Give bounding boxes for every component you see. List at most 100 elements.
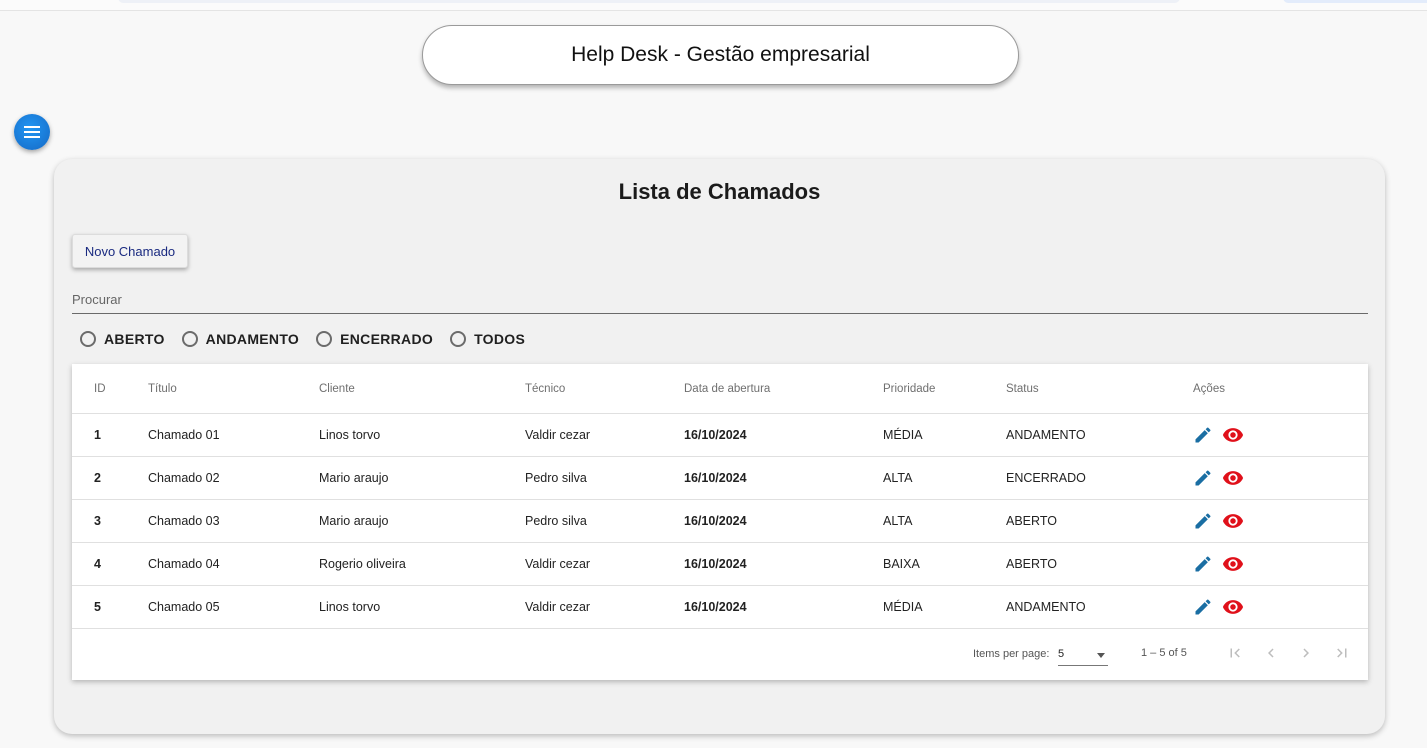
cell-tecnico: Valdir cezar — [525, 413, 684, 457]
table-header-row: ID Título Cliente Técnico Data de abertu… — [72, 364, 1368, 414]
cell-acoes — [1193, 413, 1368, 457]
table-row: 4 Chamado 04 Rogerio oliveira Valdir cezar 1… — [72, 542, 1368, 586]
cell-data-abertura: 16/10/2024 — [684, 413, 883, 457]
cell-prioridade: BAIXA — [883, 542, 1006, 586]
cell-titulo: Chamado 05 — [148, 585, 319, 629]
eye-icon[interactable] — [1222, 596, 1244, 618]
cell-cliente: Rogerio oliveira — [319, 542, 525, 586]
cell-status: ABERTO — [1006, 499, 1193, 543]
status-filter-group: ABERTO ANDAMENTO ENCERRADO TODOS — [80, 331, 542, 347]
filter-aberto[interactable]: ABERTO — [80, 331, 165, 347]
radio-circle[interactable] — [80, 331, 96, 347]
column-header-status[interactable]: Status — [1006, 364, 1193, 414]
column-header-data[interactable]: Data de abertura — [684, 364, 883, 414]
cell-prioridade: MÉDIA — [883, 413, 1006, 457]
row-actions — [1193, 424, 1368, 446]
cell-status: ANDAMENTO — [1006, 585, 1193, 629]
next-page-button[interactable] — [1294, 642, 1318, 666]
pencil-icon[interactable] — [1193, 425, 1213, 445]
eye-icon[interactable] — [1222, 467, 1244, 489]
eye-icon[interactable] — [1222, 424, 1244, 446]
cell-id: 2 — [72, 456, 148, 500]
paginator: Items per page: 5 1 – 5 of 5 — [72, 628, 1368, 680]
cell-data-abertura: 16/10/2024 — [684, 542, 883, 586]
column-header-id[interactable]: ID — [72, 364, 148, 414]
pencil-icon[interactable] — [1193, 597, 1213, 617]
filter-andamento[interactable]: ANDAMENTO — [181, 331, 300, 347]
row-actions — [1193, 510, 1368, 532]
last-page-button[interactable] — [1330, 642, 1354, 666]
cell-status: ANDAMENTO — [1006, 413, 1193, 457]
cell-cliente: Linos torvo — [319, 585, 525, 629]
table-row: 2 Chamado 02 Mario araujo Pedro silva 16/10/… — [72, 456, 1368, 500]
cell-acoes — [1193, 542, 1368, 586]
row-actions — [1193, 596, 1368, 618]
cell-data-abertura: 16/10/2024 — [684, 456, 883, 500]
table-row: 3 Chamado 03 Mario araujo Pedro silva 16/10/… — [72, 499, 1368, 543]
first-page-icon — [1226, 644, 1244, 665]
menu-icon — [23, 125, 41, 139]
new-ticket-button[interactable]: Novo Chamado — [72, 234, 188, 268]
search-input[interactable] — [72, 287, 1368, 311]
column-header-tecnico[interactable]: Técnico — [525, 364, 684, 414]
browser-top-strip — [0, 0, 1427, 11]
filter-label: ANDAMENTO — [205, 331, 300, 347]
cell-id: 5 — [72, 585, 148, 629]
pencil-icon[interactable] — [1193, 468, 1213, 488]
row-actions — [1193, 553, 1368, 575]
cell-tecnico: Pedro silva — [525, 499, 684, 543]
column-header-titulo[interactable]: Título — [148, 364, 319, 414]
table-body: 1 Chamado 01 Linos torvo Valdir cezar 16/10/… — [72, 413, 1368, 629]
previous-page-button[interactable] — [1259, 642, 1283, 666]
pencil-icon[interactable] — [1193, 511, 1213, 531]
cell-data-abertura: 16/10/2024 — [684, 499, 883, 543]
cell-titulo: Chamado 02 — [148, 456, 319, 500]
radio-circle[interactable] — [181, 331, 198, 347]
cell-acoes — [1193, 585, 1368, 629]
radio-circle[interactable] — [450, 331, 467, 347]
tickets-table-panel: ID Título Cliente Técnico Data de abertu… — [72, 364, 1368, 680]
page-size-select[interactable]: 5 — [1058, 645, 1108, 666]
column-header-cliente[interactable]: Cliente — [319, 364, 525, 414]
top-bar-pill — [118, 0, 1180, 3]
page-range-label: 1 – 5 of 5 — [1141, 647, 1187, 659]
tickets-table: ID Título Cliente Técnico Data de abertu… — [72, 364, 1368, 629]
items-per-page-label: Items per page: — [973, 648, 1050, 660]
app-title-banner: Help Desk - Gestão empresarial — [422, 25, 1019, 85]
cell-cliente: Mario araujo — [319, 499, 525, 543]
cell-cliente: Linos torvo — [319, 413, 525, 457]
cell-prioridade: ALTA — [883, 499, 1006, 543]
eye-icon[interactable] — [1222, 553, 1244, 575]
cell-acoes — [1193, 456, 1368, 500]
column-header-prioridade[interactable]: Prioridade — [883, 364, 1006, 414]
cell-status: ABERTO — [1006, 542, 1193, 586]
cell-acoes — [1193, 499, 1368, 543]
cell-cliente: Mario araujo — [319, 456, 525, 500]
cell-status: ENCERRADO — [1006, 456, 1193, 500]
radio-circle[interactable] — [316, 331, 333, 347]
filter-todos[interactable]: TODOS — [450, 331, 525, 347]
cell-titulo: Chamado 04 — [148, 542, 319, 586]
cell-titulo: Chamado 01 — [148, 413, 319, 457]
cell-tecnico: Valdir cezar — [525, 585, 684, 629]
filter-encerrado[interactable]: ENCERRADO — [316, 331, 433, 347]
cell-id: 3 — [72, 499, 148, 543]
filter-label: ENCERRADO — [340, 331, 434, 347]
cell-id: 4 — [72, 542, 148, 586]
top-bar-pill-right — [1283, 0, 1427, 3]
table-row: 5 Chamado 05 Linos torvo Valdir cezar 16/10/… — [72, 585, 1368, 629]
row-actions — [1193, 467, 1368, 489]
filter-label: ABERTO — [104, 331, 165, 347]
search-field — [72, 287, 1368, 314]
first-page-button[interactable] — [1223, 642, 1247, 666]
eye-icon[interactable] — [1222, 510, 1244, 532]
menu-button[interactable] — [14, 114, 50, 150]
chevron-down-icon — [1097, 653, 1105, 658]
column-header-acoes: Ações — [1193, 364, 1368, 414]
pencil-icon[interactable] — [1193, 554, 1213, 574]
cell-id: 1 — [72, 413, 148, 457]
cell-titulo: Chamado 03 — [148, 499, 319, 543]
tickets-card: Lista de Chamados Novo Chamado ABERTO AN… — [54, 159, 1385, 734]
card-title: Lista de Chamados — [618, 179, 821, 204]
previous-page-icon — [1262, 644, 1280, 665]
